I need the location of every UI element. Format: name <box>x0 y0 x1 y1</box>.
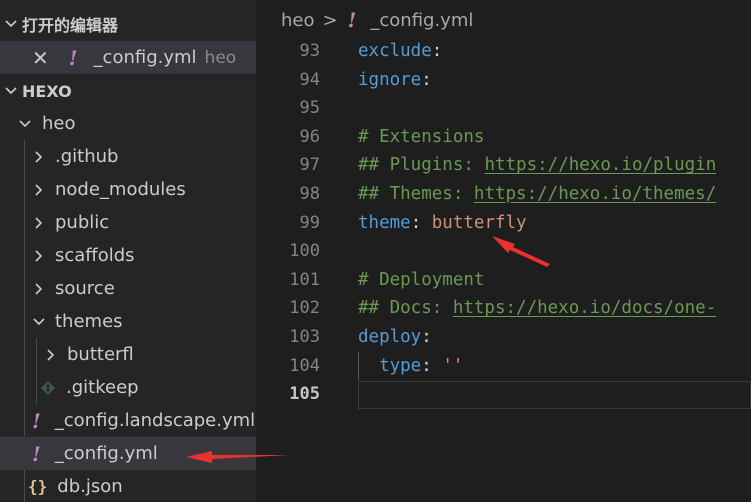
comment: ## Docs: <box>358 298 453 319</box>
json-file-icon: {} <box>28 477 48 496</box>
tree-item-gitkeep[interactable]: .gitkeep <box>0 371 256 404</box>
tree-item-label: db.json <box>57 476 123 497</box>
tree-item-label: butterfl <box>67 344 134 365</box>
code-line-99[interactable]: theme: butterfly <box>358 209 527 238</box>
code-line-102[interactable]: ## Docs: https://hexo.io/docs/one- <box>358 294 716 323</box>
breadcrumb-folder[interactable]: heo <box>281 10 315 31</box>
open-editor-filename: _config.yml <box>93 47 197 68</box>
chevron-right-icon: > <box>322 9 338 31</box>
code-line-94[interactable]: ignore: <box>358 66 432 95</box>
breadcrumb: heo > ! _config.yml <box>256 0 751 40</box>
chevron-right-icon <box>35 282 43 295</box>
yaml-value: '' <box>442 355 464 376</box>
comment: # Extensions <box>358 126 485 147</box>
line-number: 93 <box>299 41 320 61</box>
line-number: 104 <box>289 355 320 376</box>
project-title: HEXO <box>22 81 72 101</box>
tree-item-config-landscape[interactable]: ! _config.landscape.yml <box>0 404 256 437</box>
tree-item-label: source <box>55 278 115 299</box>
yaml-file-icon: ! <box>68 45 78 70</box>
code-line-101[interactable]: # Deployment <box>358 266 484 295</box>
punctuation: : <box>421 327 432 347</box>
code-line-103[interactable]: deploy: <box>358 323 432 352</box>
project-header[interactable]: HEXO <box>0 77 256 105</box>
tree-item-label: scaffolds <box>55 245 135 266</box>
tree-item-heo[interactable]: heo <box>0 107 256 140</box>
comment-link[interactable]: https://hexo.io/plugin <box>484 155 716 175</box>
open-editor-item[interactable]: ✕ ! _config.yml heo <box>0 41 256 74</box>
chevron-down-icon <box>5 87 17 95</box>
chevron-right-icon <box>35 150 43 163</box>
yaml-key: type <box>379 355 422 376</box>
line-number: 102 <box>289 298 320 319</box>
tree-item-label: node_modules <box>55 179 186 200</box>
code-line-97[interactable]: ## Plugins: https://hexo.io/plugin <box>358 151 716 180</box>
comment: ## Themes: <box>358 184 474 204</box>
punctuation: : <box>421 69 432 90</box>
open-editor-description: heo <box>204 47 237 68</box>
close-icon[interactable]: ✕ <box>32 46 49 70</box>
tree-item-node-modules[interactable]: node_modules <box>0 173 256 206</box>
line-number: 96 <box>299 126 320 147</box>
code-line-104[interactable]: type: '' <box>358 352 463 381</box>
code-line-93[interactable]: exclude: <box>358 37 442 66</box>
tree-item-themes[interactable]: themes <box>0 305 256 338</box>
open-editors-title: 打开的编辑器 <box>22 16 119 35</box>
yaml-key: theme <box>358 212 411 233</box>
comment-link[interactable]: https://hexo.io/docs/one- <box>453 298 716 318</box>
tree-item-label: _config.yml <box>54 443 158 464</box>
punctuation: : <box>431 41 443 61</box>
tree-item-config[interactable]: ! _config.yml <box>0 437 256 470</box>
tree-item-butterfl[interactable]: butterfl <box>0 338 256 371</box>
chevron-right-icon <box>47 348 55 361</box>
comment-link[interactable]: https://hexo.io/themes/ <box>474 184 716 204</box>
code-line-96[interactable]: # Extensions <box>358 123 484 152</box>
code-line-98[interactable]: ## Themes: https://hexo.io/themes/ <box>358 180 716 209</box>
tree-item-github[interactable]: .github <box>0 140 256 173</box>
explorer-sidebar: 打开的编辑器 ✕ ! _config.yml heo HEXO heo .git… <box>0 0 256 502</box>
line-number: 101 <box>289 269 320 290</box>
line-number-active: 105 <box>289 384 320 405</box>
git-diamond-icon <box>40 380 56 395</box>
code-editor[interactable]: heo > ! _config.yml 93 94 95 96 97 98 99… <box>256 0 751 502</box>
breadcrumb-file[interactable]: _config.yml <box>370 10 473 31</box>
chevron-down-icon <box>19 119 31 127</box>
line-number: 99 <box>299 212 320 233</box>
line-number: 103 <box>289 327 320 347</box>
line-number: 97 <box>299 155 320 176</box>
yaml-file-icon: ! <box>347 8 357 32</box>
tree-item-label: .github <box>55 146 119 167</box>
yaml-key: exclude <box>358 41 432 61</box>
chevron-down-icon <box>5 20 17 28</box>
comment: ## Plugins: <box>358 155 485 176</box>
punctuation: : <box>410 212 432 233</box>
tree-item-db-json[interactable]: {} db.json <box>0 470 256 502</box>
chevron-down-icon <box>33 317 45 325</box>
yaml-file-icon: ! <box>32 408 41 433</box>
chevron-right-icon <box>35 216 43 229</box>
chevron-right-icon <box>35 249 43 262</box>
current-line-highlight <box>358 380 751 409</box>
line-number: 98 <box>299 184 320 204</box>
yaml-key: deploy <box>358 327 422 347</box>
tree-item-label: public <box>55 212 110 233</box>
open-editors-header[interactable]: 打开的编辑器 <box>0 10 256 38</box>
line-number: 100 <box>289 241 320 262</box>
tree-item-label: heo <box>42 113 76 134</box>
yaml-key: ignore <box>358 69 422 90</box>
tree-item-public[interactable]: public <box>0 206 256 239</box>
yaml-value: butterfly <box>431 212 527 233</box>
tree-item-label: themes <box>55 311 123 332</box>
yaml-file-icon: ! <box>32 441 41 466</box>
punctuation: : <box>421 355 443 376</box>
line-number: 94 <box>299 69 320 90</box>
tree-item-label: _config.landscape.yml <box>54 410 256 431</box>
line-number: 95 <box>299 98 320 119</box>
tree-item-source[interactable]: source <box>0 272 256 305</box>
tree-item-label: .gitkeep <box>66 377 139 398</box>
comment: # Deployment <box>358 269 485 290</box>
tree-item-scaffolds[interactable]: scaffolds <box>0 239 256 272</box>
chevron-right-icon <box>35 183 43 196</box>
